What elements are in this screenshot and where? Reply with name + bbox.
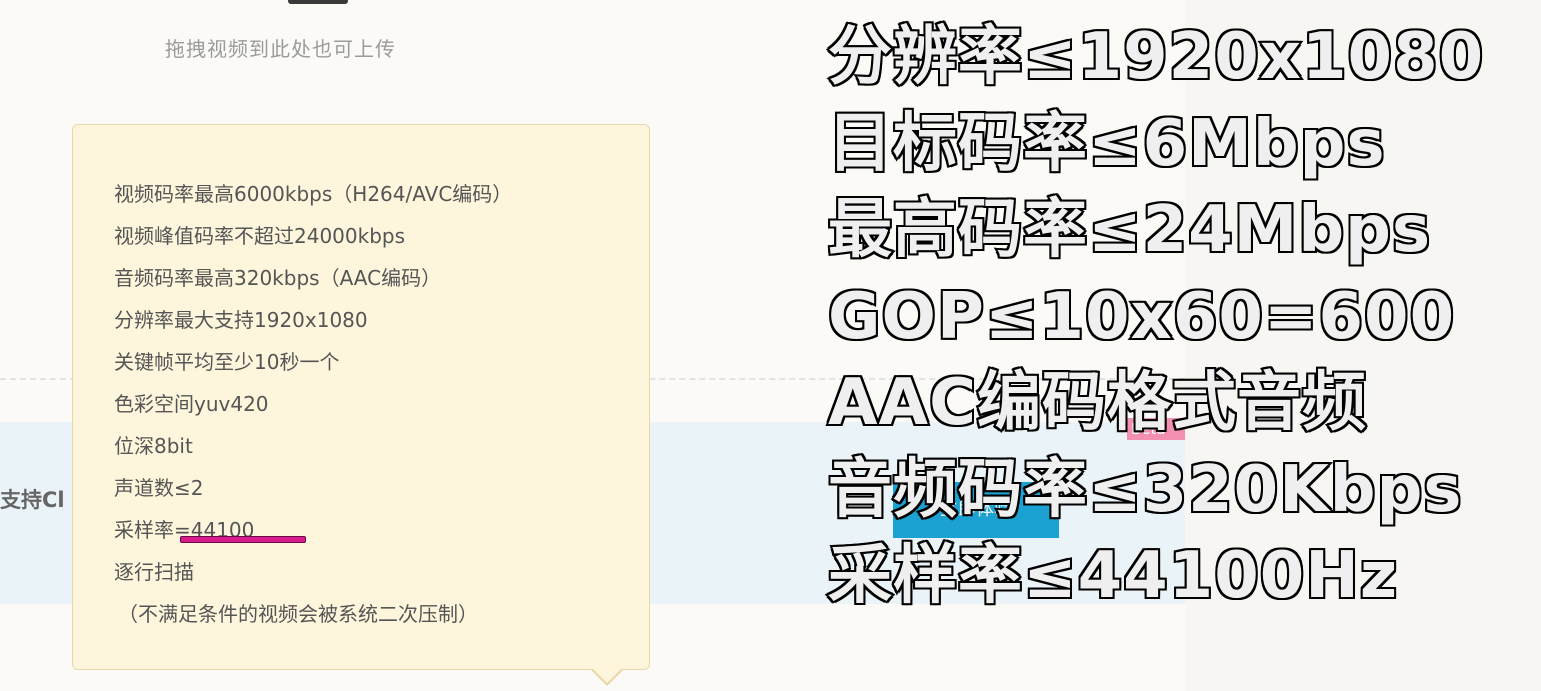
- upload-drop-hint[interactable]: 拖拽视频到此处也可上传: [165, 33, 396, 62]
- feature-banner-text: 支持Cl: [0, 488, 65, 512]
- requirement-video-bitrate: 视频码率最高6000kbps（H264/AVC编码）: [114, 182, 513, 206]
- upload-area-edge: [288, 0, 348, 4]
- caption-target-bitrate: 目标码率≤6Mbps: [826, 105, 1387, 183]
- caption-audio-bitrate: 音频码率≤320Kbps: [826, 451, 1464, 529]
- requirement-audio-bitrate: 音频码率最高320kbps（AAC编码）: [114, 266, 442, 290]
- requirement-progressive: 逐行扫描: [114, 560, 194, 584]
- sample-rate-highlight-underline: [180, 536, 306, 543]
- caption-resolution: 分辨率≤1920x1080: [826, 18, 1485, 96]
- caption-max-bitrate: 最高码率≤24Mbps: [826, 191, 1432, 269]
- caption-gop: GOP≤10x60=600: [826, 278, 1456, 356]
- requirement-colorspace: 色彩空间yuv420: [114, 392, 269, 416]
- requirement-resolution: 分辨率最大支持1920x1080: [114, 308, 368, 332]
- requirement-bit-depth: 位深8bit: [114, 434, 193, 458]
- caption-overlay: 分辨率≤1920x1080 目标码率≤6Mbps 最高码率≤24Mbps GOP…: [826, 14, 1485, 620]
- requirement-peak-bitrate: 视频峰值码率不超过24000kbps: [114, 224, 406, 248]
- caption-aac-audio: AAC编码格式音频: [826, 364, 1368, 442]
- requirement-channels: 声道数≤2: [114, 476, 204, 500]
- requirement-sample-rate: 采样率=44100: [114, 518, 255, 542]
- requirement-keyframe: 关键帧平均至少10秒一个: [114, 350, 340, 374]
- tooltip-arrow-fill: [592, 668, 622, 683]
- requirement-note: （不满足条件的视频会被系统二次压制）: [118, 602, 478, 626]
- caption-sample-rate: 采样率≤44100Hz: [826, 537, 1399, 615]
- requirements-list: 视频码率最高6000kbps（H264/AVC编码） 视频峰值码率不超过2400…: [114, 173, 512, 635]
